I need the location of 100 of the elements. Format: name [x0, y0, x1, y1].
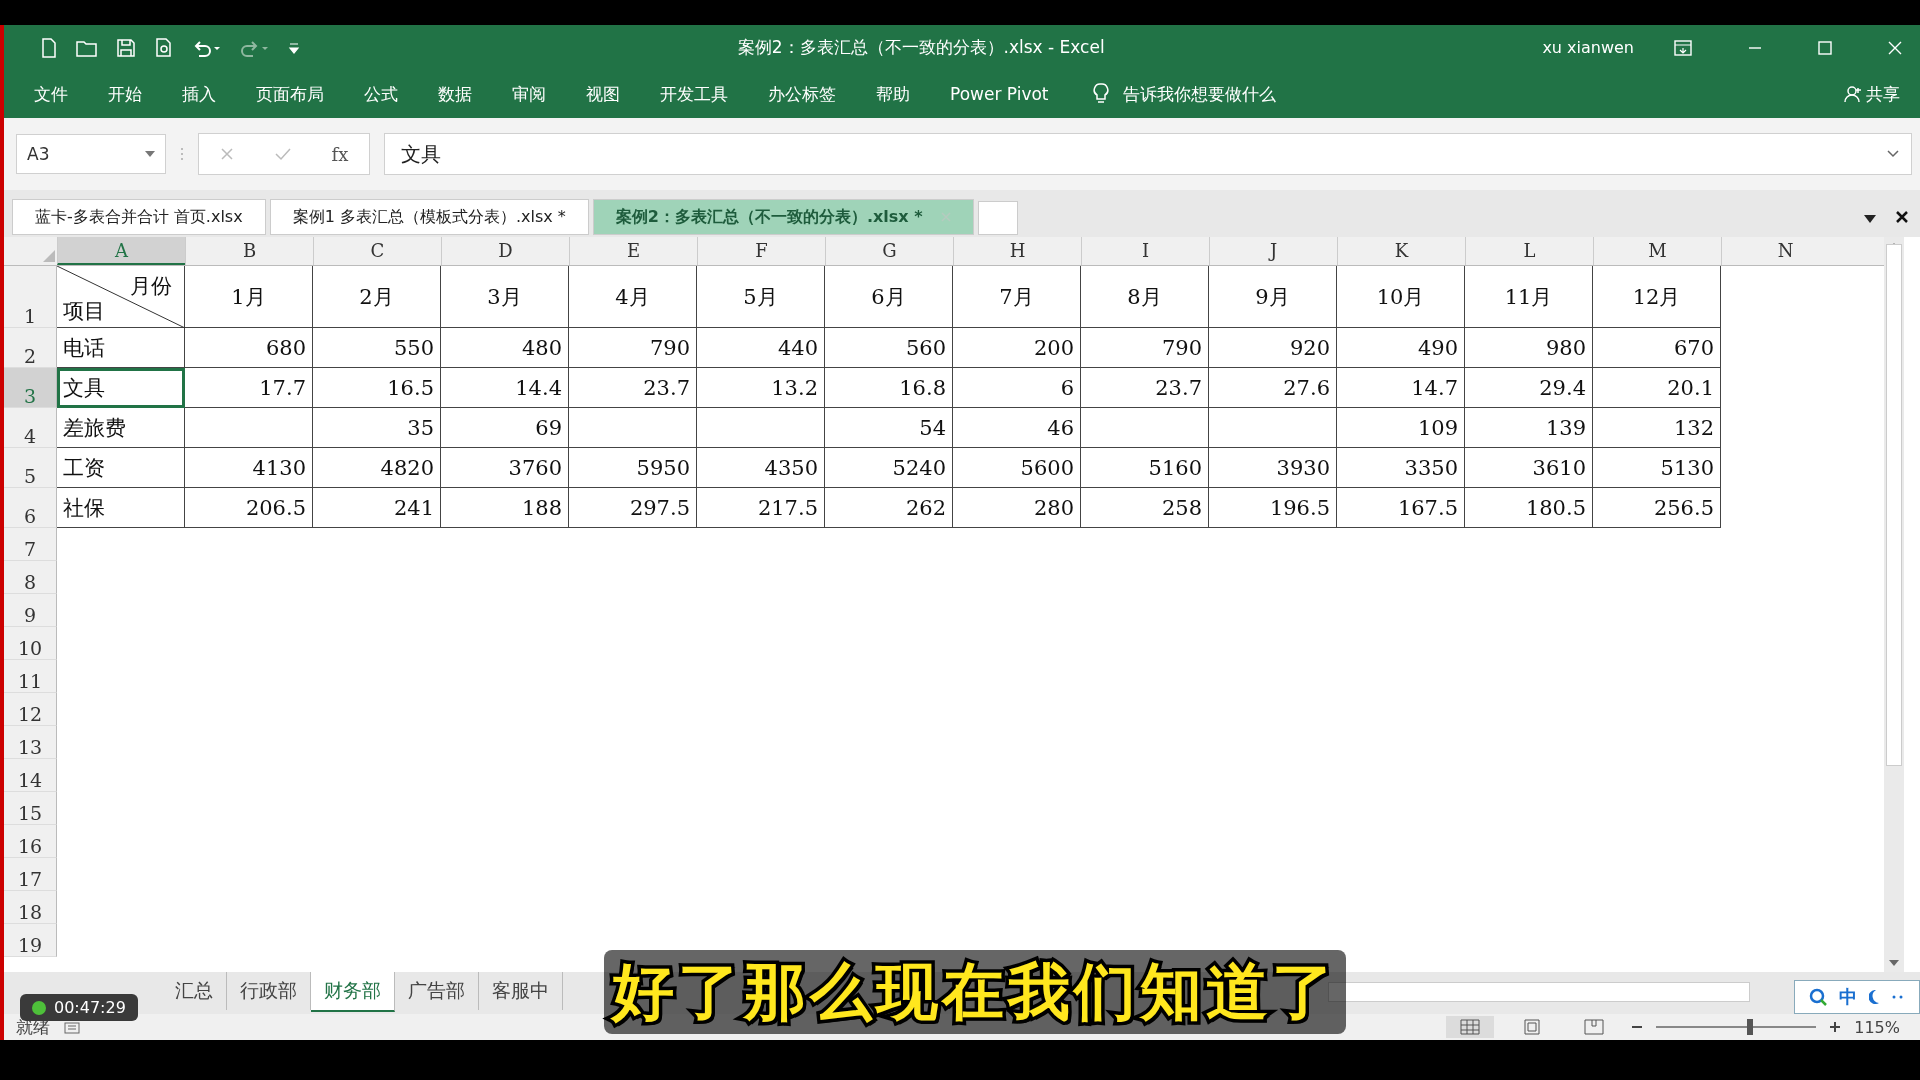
- row-header[interactable]: 3: [4, 368, 57, 408]
- column-header[interactable]: G: [825, 237, 953, 265]
- row-header[interactable]: 10: [4, 627, 57, 660]
- ribbon-tab[interactable]: 视图: [586, 82, 620, 106]
- column-header[interactable]: E: [569, 237, 697, 265]
- customize-icon[interactable]: [288, 40, 300, 55]
- table-cell: 4820: [313, 448, 441, 488]
- workbook-tab[interactable]: 案例1 多表汇总（模板式分表）.xlsx *: [269, 199, 589, 235]
- table-cell: 5月: [697, 266, 825, 328]
- row-header[interactable]: 15: [4, 792, 57, 825]
- row-header[interactable]: 14: [4, 759, 57, 792]
- save-icon[interactable]: [116, 37, 136, 58]
- table-cell: 200: [953, 328, 1081, 368]
- table-cell: 2月: [313, 266, 441, 328]
- workbook-tab[interactable]: 案例2：多表汇总（不一致的分表）.xlsx *: [592, 199, 974, 235]
- table-cell: 16.5: [313, 368, 441, 408]
- column-header[interactable]: C: [313, 237, 441, 265]
- table-cell: 256.5: [1593, 488, 1721, 528]
- table-cell: 12月: [1593, 266, 1721, 328]
- sheet-tab[interactable]: 汇总: [162, 972, 227, 1010]
- workbook-tab[interactable]: 蓝卡-多表合并合计 首页.xlsx: [12, 199, 266, 235]
- ribbon-tab[interactable]: 审阅: [512, 82, 546, 106]
- close-icon[interactable]: [1896, 211, 1908, 223]
- row-header[interactable]: 12: [4, 693, 57, 726]
- tell-me-search[interactable]: 告诉我你想要做什么: [1122, 82, 1276, 106]
- row-header[interactable]: 19: [4, 924, 57, 957]
- row-header[interactable]: 8: [4, 561, 57, 594]
- horizontal-scrollbar[interactable]: [1328, 982, 1750, 1002]
- row-header[interactable]: 6: [4, 488, 57, 528]
- column-header[interactable]: H: [953, 237, 1081, 265]
- column-header[interactable]: J: [1209, 237, 1337, 265]
- name-box[interactable]: A3: [16, 134, 166, 174]
- ribbon-tab[interactable]: 公式: [364, 82, 398, 106]
- ribbon-tab[interactable]: Power Pivot: [950, 84, 1049, 104]
- ribbon-tab[interactable]: 页面布局: [256, 82, 324, 106]
- table-cell: 4130: [185, 448, 313, 488]
- table-cell: 560: [825, 328, 953, 368]
- table-cell: 29.4: [1465, 368, 1593, 408]
- row-header[interactable]: 11: [4, 660, 57, 693]
- sheet-tab[interactable]: 客服中: [479, 972, 563, 1010]
- table-cell: 5160: [1081, 448, 1209, 488]
- row-header[interactable]: 4: [4, 408, 57, 448]
- ribbon-tab[interactable]: 文件: [34, 82, 68, 106]
- formula-input[interactable]: 文具: [384, 133, 1912, 175]
- table-cell: 550: [313, 328, 441, 368]
- new-file-icon[interactable]: [40, 37, 58, 58]
- table-cell: 6月: [825, 266, 953, 328]
- ribbon-tab[interactable]: 开始: [108, 82, 142, 106]
- sheet-tab[interactable]: 财务部: [311, 972, 395, 1012]
- ribbon-tab[interactable]: 办公标签: [768, 82, 836, 106]
- scroll-down-icon[interactable]: [1889, 960, 1899, 966]
- ribbon-tab[interactable]: 插入: [182, 82, 216, 106]
- normal-view-icon[interactable]: [1446, 1016, 1495, 1038]
- ribbon-tab[interactable]: 开发工具: [660, 82, 728, 106]
- table-cell: 14.7: [1337, 368, 1465, 408]
- row-header[interactable]: 5: [4, 448, 57, 488]
- ribbon-display-icon[interactable]: [1674, 39, 1692, 56]
- table-cell: 188: [441, 488, 569, 528]
- row-header[interactable]: 7: [4, 528, 57, 561]
- check-icon[interactable]: [274, 147, 291, 161]
- insert-function-button[interactable]: fx: [331, 143, 349, 165]
- column-header[interactable]: L: [1465, 237, 1593, 265]
- table-cell: 10月: [1337, 266, 1465, 328]
- table-cell: 27.6: [1209, 368, 1337, 408]
- input-method-bar[interactable]: 中: [1794, 980, 1920, 1014]
- row-header[interactable]: 13: [4, 726, 57, 759]
- table-cell: 680: [185, 328, 313, 368]
- row-header[interactable]: 2: [4, 328, 57, 368]
- zoom-in-icon[interactable]: [1830, 1022, 1841, 1032]
- column-header[interactable]: I: [1081, 237, 1209, 265]
- column-header[interactable]: B: [185, 237, 313, 265]
- maximize-icon[interactable]: [1818, 40, 1832, 55]
- row-header[interactable]: 9: [4, 594, 57, 627]
- row-header[interactable]: 17: [4, 858, 57, 891]
- table-cell: 3350: [1337, 448, 1465, 488]
- column-header[interactable]: M: [1593, 237, 1721, 265]
- column-header[interactable]: K: [1337, 237, 1465, 265]
- column-header[interactable]: N: [1721, 237, 1849, 265]
- row-header[interactable]: 1: [4, 266, 57, 328]
- sheet-tab[interactable]: 广告部: [395, 972, 479, 1010]
- table-cell: 23.7: [569, 368, 697, 408]
- table-cell: 5240: [825, 448, 953, 488]
- column-header[interactable]: D: [441, 237, 569, 265]
- print-preview-icon[interactable]: [154, 37, 174, 58]
- table-cell: 180.5: [1465, 488, 1593, 528]
- folder-icon[interactable]: [76, 38, 98, 57]
- ribbon-tab[interactable]: 帮助: [876, 82, 910, 106]
- column-header[interactable]: A: [57, 237, 185, 265]
- share-button[interactable]: 共享: [1844, 82, 1900, 106]
- macro-record-icon[interactable]: [64, 1020, 80, 1034]
- table-cell: 132: [1593, 408, 1721, 448]
- row-header[interactable]: 16: [4, 825, 57, 858]
- row-header[interactable]: 18: [4, 891, 57, 924]
- tab-list-icon[interactable]: [1864, 215, 1876, 223]
- table-cell: 440: [697, 328, 825, 368]
- ribbon-tab[interactable]: 数据: [438, 82, 472, 106]
- table-cell: 8月: [1081, 266, 1209, 328]
- column-header[interactable]: F: [697, 237, 825, 265]
- more-icon: [180, 147, 184, 161]
- zoom-level[interactable]: 115%: [1854, 1017, 1900, 1037]
